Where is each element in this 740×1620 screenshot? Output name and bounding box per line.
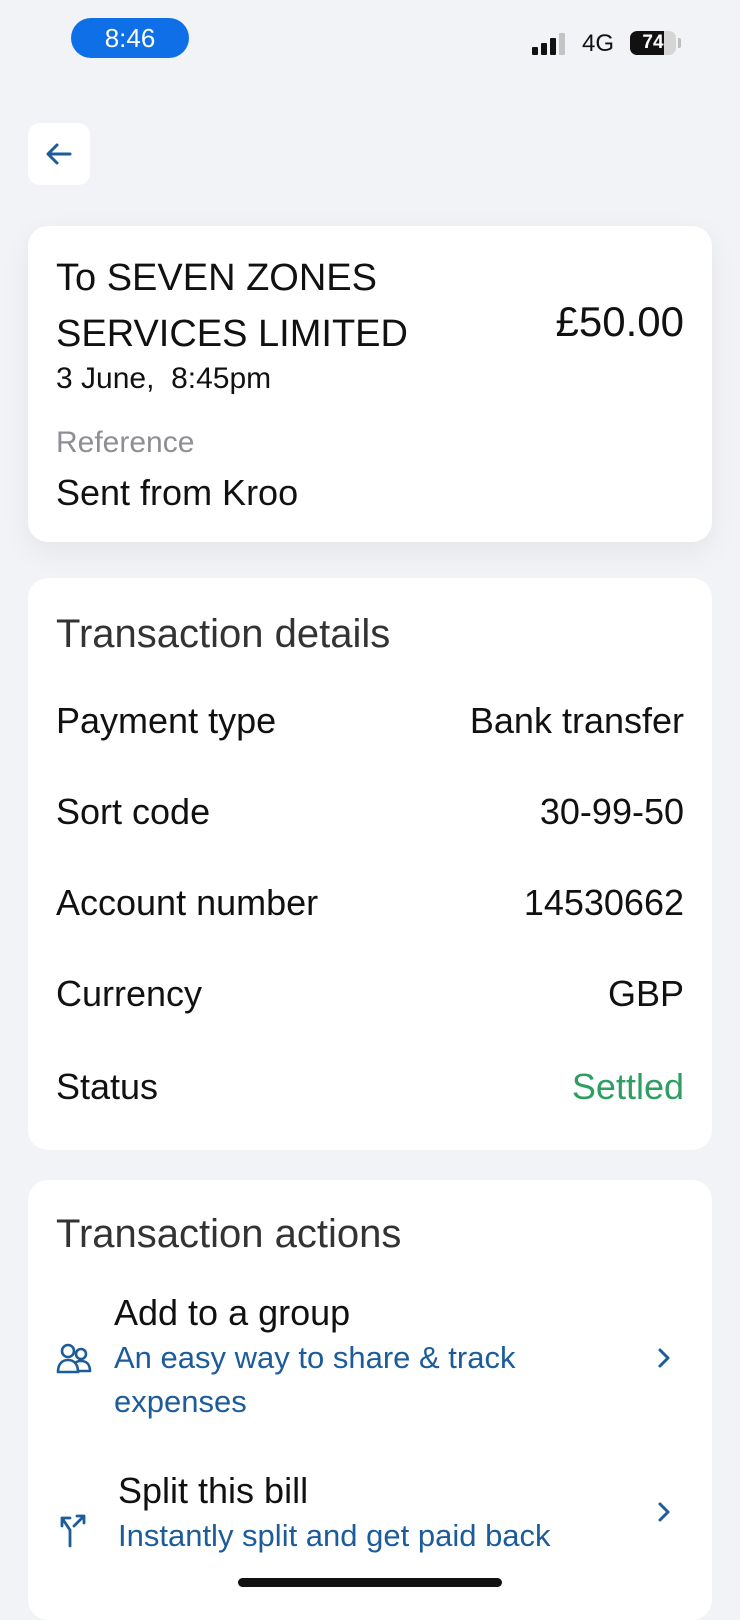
detail-label: Payment type <box>56 700 277 741</box>
transaction-actions-card: Transaction actions Add to a group An ea… <box>28 1180 712 1620</box>
status-badge: Settled <box>571 1066 684 1107</box>
status-time: 8:46 <box>71 18 189 58</box>
actions-title: Transaction actions <box>56 1212 402 1256</box>
detail-row-sort-code: Sort code 30-99-50 <box>56 787 684 837</box>
details-title: Transaction details <box>56 612 391 656</box>
chevron-right-icon <box>652 1500 676 1524</box>
transaction-datetime: 3 June, 8:45pm <box>56 362 272 395</box>
home-indicator <box>238 1578 502 1587</box>
add-to-group-action[interactable]: Add to a group An easy way to share & tr… <box>28 1292 712 1432</box>
action-subtitle: An easy way to share & track expenses <box>114 1340 516 1419</box>
network-label: 4G <box>582 30 615 57</box>
detail-row-currency: Currency GBP <box>56 969 684 1019</box>
action-subtitle: Instantly split and get paid back <box>118 1518 551 1553</box>
split-bill-action[interactable]: Split this bill Instantly split and get … <box>28 1470 712 1580</box>
reference-label: Reference <box>56 426 195 459</box>
detail-value: GBP <box>607 973 684 1014</box>
detail-label: Status <box>56 1066 159 1107</box>
back-button[interactable] <box>28 123 90 185</box>
detail-row-account-number: Account number 14530662 <box>56 878 684 928</box>
signal-icon <box>532 33 565 55</box>
detail-value: 30-99-50 <box>539 791 684 832</box>
transaction-details-card: Transaction details Payment type Bank tr… <box>28 578 712 1150</box>
battery-percent: 74 <box>642 32 664 53</box>
detail-value: Bank transfer <box>469 700 684 741</box>
status-bar: 8:46 4G 74 <box>0 0 740 80</box>
group-icon <box>52 1338 96 1382</box>
split-icon <box>52 1508 96 1552</box>
detail-row-payment-type: Payment type Bank transfer <box>56 696 684 746</box>
detail-row-status: Status Settled <box>56 1062 684 1112</box>
chevron-right-icon <box>652 1346 676 1370</box>
detail-label: Sort code <box>56 791 211 832</box>
detail-value: 14530662 <box>523 882 684 923</box>
detail-label: Account number <box>56 882 319 923</box>
action-title: Split this bill <box>118 1470 309 1511</box>
battery-icon: 74 <box>630 31 676 55</box>
action-title: Add to a group <box>114 1292 351 1333</box>
transaction-amount: £50.00 <box>555 298 684 345</box>
arrow-left-icon <box>46 143 72 165</box>
payee-name: To SEVEN ZONES SERVICES LIMITED <box>56 257 408 355</box>
battery-cap <box>678 38 681 48</box>
detail-label: Currency <box>56 973 203 1014</box>
reference-value: Sent from Kroo <box>56 472 299 513</box>
transaction-summary-card: To SEVEN ZONES SERVICES LIMITED £50.00 3… <box>28 226 712 542</box>
